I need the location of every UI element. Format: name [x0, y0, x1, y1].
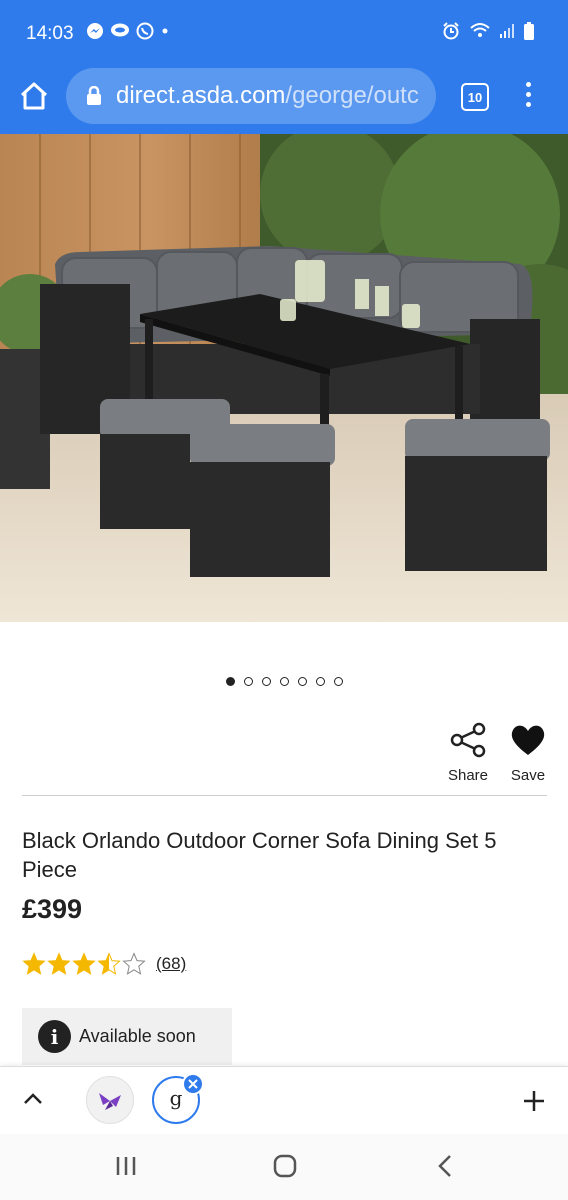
star-icon — [22, 952, 46, 975]
butterfly-icon — [99, 1093, 121, 1110]
carousel-dot[interactable] — [261, 677, 271, 686]
star-icon — [97, 952, 121, 975]
product-rating[interactable]: (68) — [22, 952, 186, 976]
divider — [22, 795, 547, 796]
carousel-dot[interactable] — [279, 677, 289, 686]
availability-text: Available soon — [79, 1026, 196, 1046]
carousel-dot[interactable] — [225, 677, 235, 686]
patio-furniture-photo — [0, 134, 568, 622]
review-count-link[interactable]: (68) — [156, 954, 186, 974]
image-carousel-indicator — [0, 677, 568, 686]
star-icon — [122, 952, 146, 975]
menu-more-icon[interactable] — [520, 82, 536, 112]
bottom-tab-bar: g — [0, 1066, 568, 1135]
dot-icon — [162, 28, 168, 34]
url-path: /george/outc — [285, 82, 419, 109]
messenger-icon — [87, 23, 103, 39]
browser-toolbar: direct.asda.com/george/outc 10 — [0, 58, 568, 134]
back-nav-icon[interactable] — [434, 1153, 458, 1179]
home-nav-icon[interactable] — [272, 1153, 298, 1179]
url-host: direct.asda.com — [116, 82, 286, 109]
star-rating — [22, 952, 146, 976]
whatsapp-icon — [136, 22, 154, 40]
chevron-up-icon[interactable] — [22, 1091, 44, 1107]
info-icon: i — [38, 1020, 71, 1053]
tab-count: 10 — [467, 89, 483, 105]
product-title: Black Orlando Outdoor Corner Sofa Dining… — [22, 828, 497, 882]
product-price: £399 — [22, 894, 83, 924]
heart-icon — [511, 725, 545, 755]
share-label: Share — [447, 767, 489, 784]
system-navigation-bar — [0, 1134, 568, 1200]
status-time: 14:03 — [26, 23, 74, 44]
recent-apps-icon[interactable] — [114, 1154, 138, 1178]
lock-icon — [87, 86, 101, 105]
star-icon — [72, 952, 96, 975]
wifi-icon — [470, 23, 490, 37]
save-button[interactable]: Save — [498, 722, 558, 784]
carousel-dot[interactable] — [333, 677, 343, 686]
new-tab-plus-icon[interactable] — [522, 1089, 546, 1113]
carousel-dot[interactable] — [243, 677, 253, 686]
battery-icon — [524, 22, 534, 40]
close-tab-icon[interactable] — [182, 1073, 204, 1095]
share-button[interactable]: Share — [438, 722, 498, 784]
tab-thumbnail-butterfly[interactable] — [86, 1076, 134, 1124]
system-icons — [442, 22, 534, 40]
availability-banner: i Available soon — [22, 1008, 232, 1065]
url-text: direct.asda.com/george/outc — [116, 82, 419, 110]
product-image[interactable] — [0, 134, 568, 622]
notification-icons — [86, 22, 170, 40]
carousel-dot[interactable] — [315, 677, 325, 686]
save-label: Save — [510, 767, 546, 784]
carousel-dot[interactable] — [297, 677, 307, 686]
signal-icon — [500, 24, 514, 38]
home-icon[interactable] — [18, 80, 50, 112]
alarm-icon — [443, 22, 459, 40]
star-icon — [47, 952, 71, 975]
tab-switcher-button[interactable]: 10 — [461, 83, 489, 111]
chat-icon — [111, 23, 129, 37]
share-icon — [450, 722, 486, 758]
url-bar[interactable]: direct.asda.com/george/outc — [66, 68, 436, 124]
